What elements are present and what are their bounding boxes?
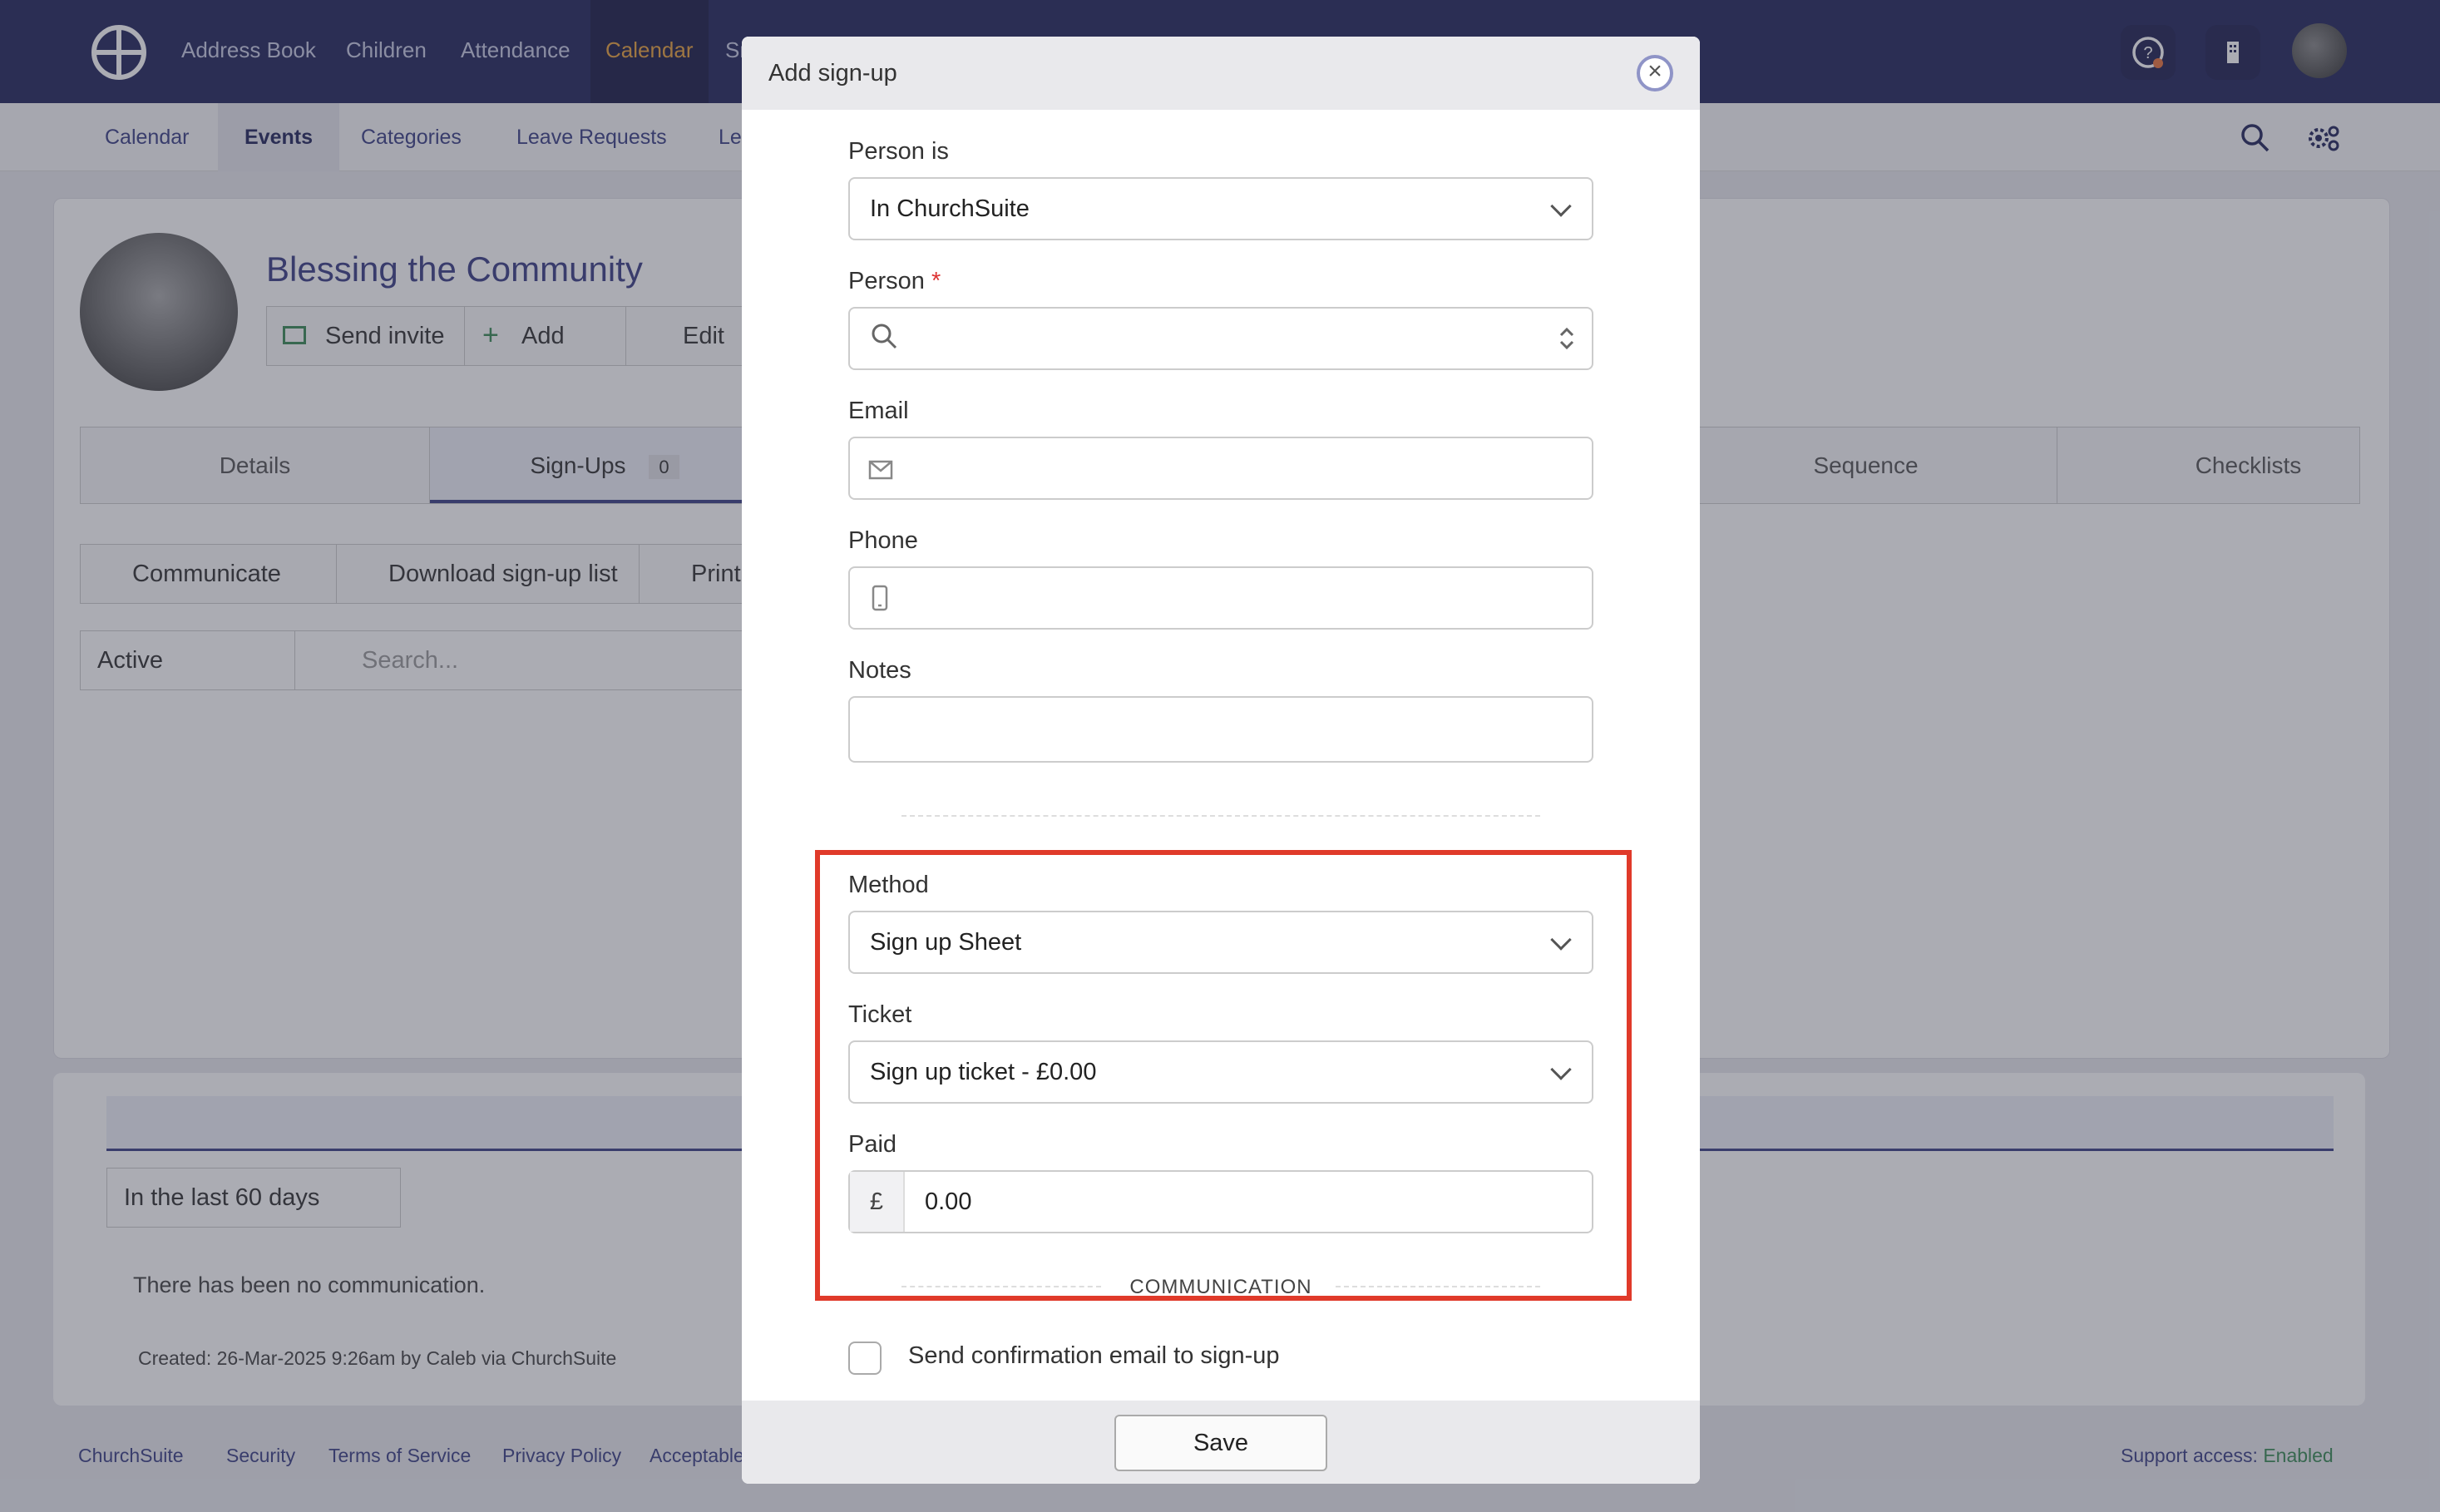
email-label: Email [848, 398, 909, 424]
person-search-select[interactable] [848, 307, 1593, 370]
communication-heading: COMMUNICATION [1129, 1276, 1312, 1298]
chevron-down-icon [1550, 929, 1572, 951]
notes-textarea[interactable] [848, 696, 1593, 763]
up-down-chevron-icon [1557, 322, 1577, 362]
ticket-label: Ticket [848, 1001, 912, 1028]
person-is-label: Person is [848, 138, 949, 165]
modal-header: Add sign-up × [742, 37, 1700, 110]
ticket-select[interactable]: Sign up ticket - £0.00 [848, 1040, 1593, 1104]
paid-amount-input[interactable]: £ 0.00 [848, 1170, 1593, 1233]
chevron-down-icon [1550, 1059, 1572, 1080]
person-is-value: In ChurchSuite [870, 195, 1030, 222]
envelope-icon [868, 457, 893, 487]
mobile-phone-icon [872, 585, 888, 618]
section-divider [901, 815, 1540, 817]
confirmation-email-label[interactable]: Send confirmation email to sign-up [908, 1342, 1280, 1370]
save-button[interactable]: Save [1114, 1415, 1327, 1471]
modal-footer: Save [742, 1401, 1700, 1484]
paid-value: 0.00 [925, 1188, 972, 1215]
person-label: Person * [848, 268, 941, 295]
phone-label: Phone [848, 527, 918, 554]
person-label-text: Person [848, 268, 925, 294]
person-is-select[interactable]: In ChurchSuite [848, 177, 1593, 240]
close-icon[interactable]: × [1637, 55, 1673, 91]
currency-prefix: £ [850, 1172, 905, 1232]
chevron-down-icon [1550, 195, 1572, 217]
method-label: Method [848, 872, 929, 898]
paid-label: Paid [848, 1131, 897, 1158]
phone-field[interactable] [848, 566, 1593, 630]
search-icon [868, 320, 901, 360]
email-field[interactable] [848, 437, 1593, 500]
modal-title: Add sign-up [768, 60, 897, 86]
add-signup-modal: Add sign-up × Person is In ChurchSuite P… [742, 37, 1700, 1484]
ticket-value: Sign up ticket - £0.00 [870, 1059, 1097, 1085]
notes-label: Notes [848, 657, 911, 684]
required-mark: * [931, 268, 941, 294]
method-select[interactable]: Sign up Sheet [848, 911, 1593, 974]
communication-divider-right [1336, 1286, 1540, 1287]
method-value: Sign up Sheet [870, 929, 1022, 956]
confirmation-email-checkbox[interactable] [848, 1342, 882, 1375]
